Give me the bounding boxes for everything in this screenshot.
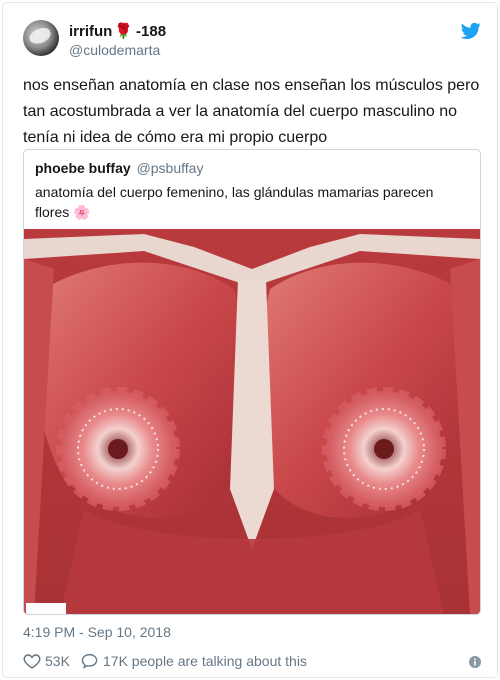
- media-attribution-tab: [26, 603, 66, 614]
- engagement-bar: 53K 17K people are talking about this: [23, 653, 481, 673]
- like-count: 53K: [45, 653, 70, 669]
- quoted-author-handle: @psbuffay: [136, 160, 204, 176]
- author-display-name[interactable]: irrifun 🌹 -188: [69, 22, 166, 40]
- tweet-embed-card: irrifun 🌹 -188 @culodemarta nos enseñan an…: [2, 2, 498, 678]
- reply-label: 17K people are talking about this: [103, 653, 307, 669]
- speech-bubble-icon: [81, 653, 98, 669]
- author-name-suffix: -188: [136, 23, 167, 40]
- quoted-author-name: phoebe buffay: [35, 160, 131, 176]
- quoted-tweet-text: anatomía del cuerpo femenino, las glándu…: [35, 182, 471, 222]
- left-mammary-gland: [56, 387, 180, 511]
- author-handle[interactable]: @culodemarta: [69, 42, 160, 58]
- author-name-text: irrifun: [69, 23, 113, 40]
- rose-icon: 🌹: [114, 23, 134, 40]
- tweet-text: nos enseñan anatomía en clase nos enseña…: [23, 77, 480, 146]
- info-icon[interactable]: [469, 656, 481, 668]
- right-mammary-gland: [322, 387, 446, 511]
- heart-icon: [23, 654, 41, 669]
- quoted-tweet-text-body: anatomía del cuerpo femenino, las glándu…: [35, 184, 434, 220]
- cherry-blossom-icon: 🌸: [73, 204, 91, 220]
- tweet-header: irrifun 🌹 -188 @culodemarta: [23, 20, 481, 64]
- tweet-timestamp[interactable]: 4:19 PM - Sep 10, 2018: [23, 624, 171, 640]
- quoted-author: phoebe buffay @psbuffay: [35, 160, 203, 176]
- quoted-tweet[interactable]: phoebe buffay @psbuffay anatomía del cue…: [23, 149, 481, 615]
- avatar[interactable]: [23, 20, 59, 56]
- quoted-tweet-image[interactable]: [24, 229, 480, 615]
- reply-action[interactable]: 17K people are talking about this: [81, 653, 307, 669]
- like-action[interactable]: 53K: [23, 653, 70, 669]
- twitter-bird-icon[interactable]: [461, 22, 481, 40]
